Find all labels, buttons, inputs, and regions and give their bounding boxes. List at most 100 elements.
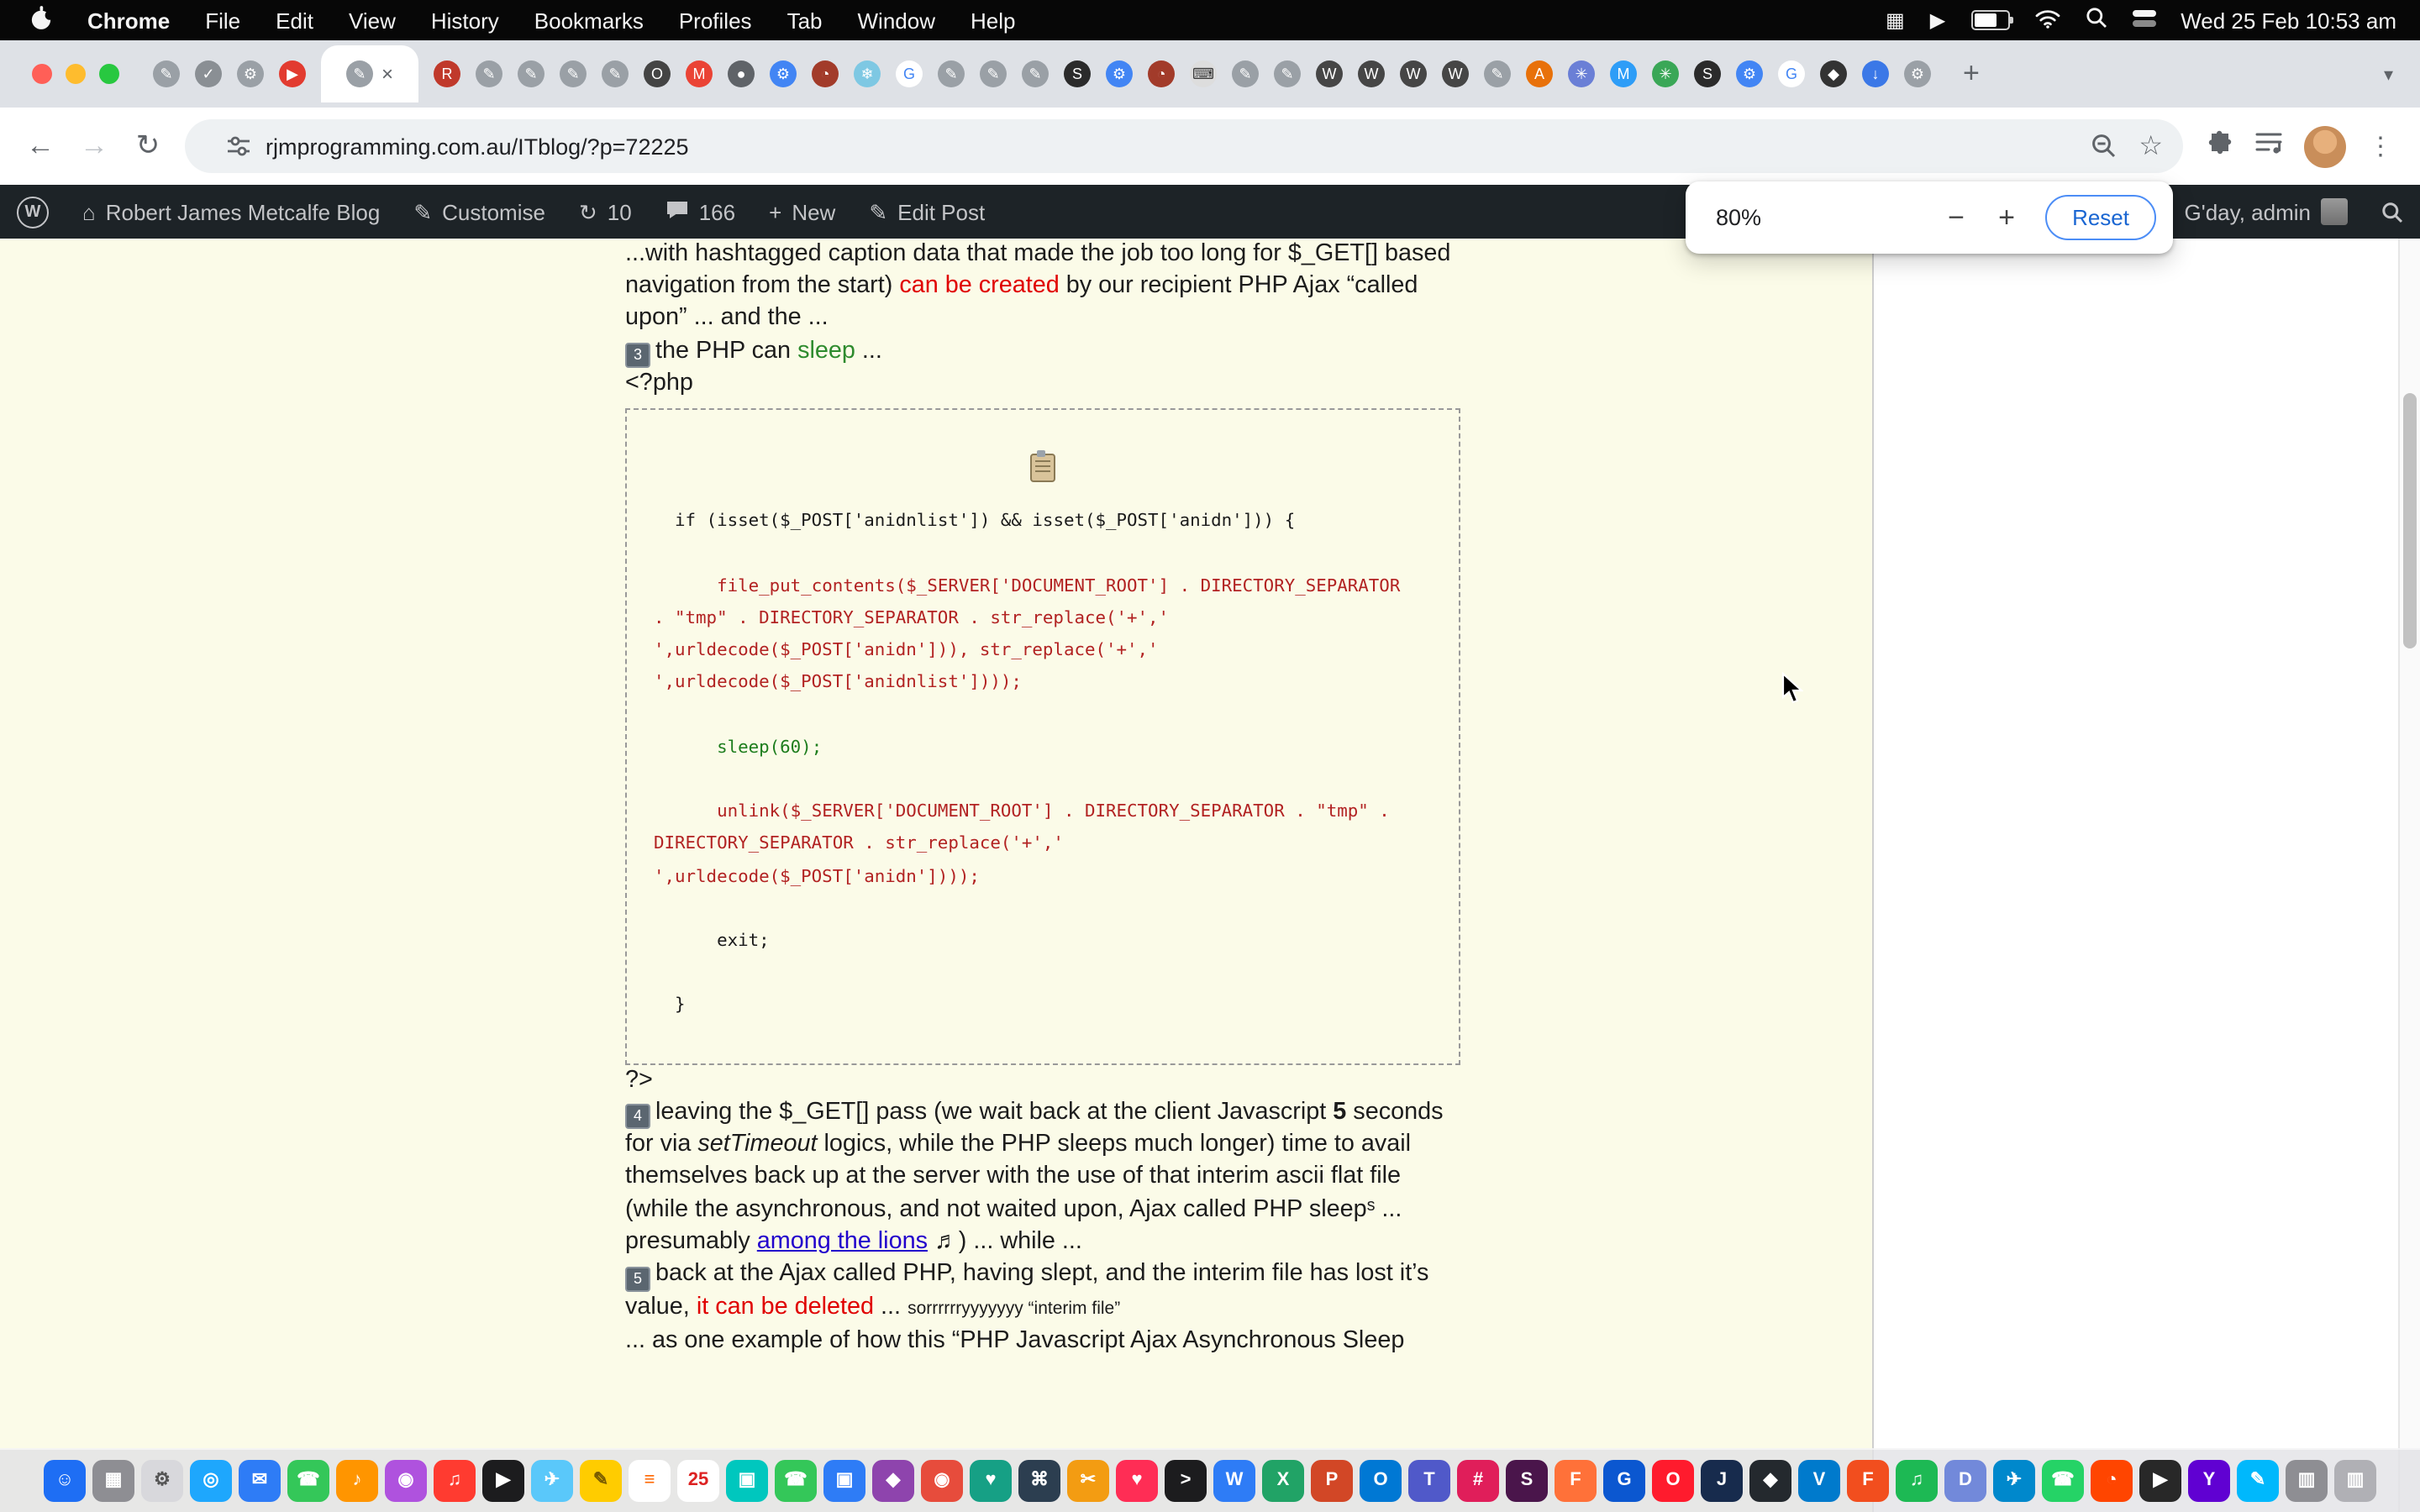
profile-avatar[interactable]: [2304, 125, 2346, 167]
admin-updates[interactable]: ↻10: [562, 185, 649, 239]
dock-app-icon[interactable]: ✎: [2237, 1460, 2279, 1502]
admin-greeting[interactable]: G'day, admin: [2168, 185, 2365, 239]
admin-site-name[interactable]: ⌂Robert James Metcalfe Blog: [66, 185, 397, 239]
tab-search-chevron-icon[interactable]: ▾: [2374, 63, 2420, 85]
browser-tab[interactable]: ⌨: [1190, 60, 1217, 87]
menu-item[interactable]: Edit: [276, 8, 313, 33]
active-tab[interactable]: ✎ ×: [321, 45, 418, 102]
site-info-icon[interactable]: [227, 134, 250, 158]
browser-menu-kebab-icon[interactable]: ⋮: [2368, 131, 2393, 161]
browser-tab[interactable]: ⚙: [770, 60, 797, 87]
dock-app-icon[interactable]: S: [1506, 1460, 1548, 1502]
browser-tab[interactable]: ✎: [1274, 60, 1301, 87]
spotlight-search-icon[interactable]: [2085, 7, 2107, 34]
dock-app-icon[interactable]: V: [1798, 1460, 1840, 1502]
tab-close-icon[interactable]: ×: [381, 62, 393, 86]
menu-item[interactable]: View: [349, 8, 396, 33]
browser-tab[interactable]: ✓: [195, 60, 222, 87]
menu-item[interactable]: Help: [971, 8, 1016, 33]
browser-tab[interactable]: ✎: [1022, 60, 1049, 87]
address-bar[interactable]: rjmprogramming.com.au/ITblog/?p=72225 ☆: [185, 119, 2183, 173]
dock-app-icon[interactable]: ◎: [190, 1460, 232, 1502]
page-scrollbar[interactable]: [2398, 239, 2420, 1512]
dock-app-icon[interactable]: 25: [677, 1460, 719, 1502]
dock-app-icon[interactable]: ≡: [629, 1460, 671, 1502]
zoom-out-button[interactable]: −: [1931, 201, 1981, 234]
admin-edit-post[interactable]: ✎Edit Post: [852, 185, 1002, 239]
media-controls-icon[interactable]: [2255, 130, 2282, 162]
dock-app-icon[interactable]: ☎: [287, 1460, 329, 1502]
menu-item[interactable]: Bookmarks: [534, 8, 644, 33]
browser-tab[interactable]: ✎: [476, 60, 502, 87]
admin-new-button[interactable]: +New: [752, 185, 852, 239]
inline-link[interactable]: among the lions: [757, 1228, 928, 1255]
zoom-reset-button[interactable]: Reset: [2045, 195, 2156, 240]
reload-button[interactable]: ↻: [121, 129, 175, 163]
browser-tab[interactable]: M: [686, 60, 713, 87]
dock-app-icon[interactable]: ✂: [1067, 1460, 1109, 1502]
dock-app-icon[interactable]: ▶: [482, 1460, 524, 1502]
browser-tab[interactable]: ✎: [518, 60, 544, 87]
browser-tab[interactable]: ⚙: [1904, 60, 1931, 87]
menu-item[interactable]: History: [431, 8, 499, 33]
keyboard-grid-icon[interactable]: ▦: [1886, 10, 1905, 30]
dock-app-icon[interactable]: ▣: [823, 1460, 865, 1502]
menu-item[interactable]: File: [205, 8, 240, 33]
browser-tab[interactable]: ✎: [1484, 60, 1511, 87]
forward-button[interactable]: →: [67, 129, 121, 163]
browser-tab[interactable]: ❄: [854, 60, 881, 87]
admin-customise[interactable]: ✎Customise: [397, 185, 562, 239]
browser-tab[interactable]: ▶: [279, 60, 306, 87]
dock-app-icon[interactable]: ♪: [336, 1460, 378, 1502]
window-close-button[interactable]: [32, 64, 52, 84]
browser-tab[interactable]: ↓: [1862, 60, 1889, 87]
browser-tab[interactable]: S: [1064, 60, 1091, 87]
menu-item[interactable]: Profiles: [679, 8, 752, 33]
bookmark-star-icon[interactable]: ☆: [2139, 129, 2163, 163]
dock-app-icon[interactable]: ◔: [2091, 1460, 2133, 1502]
browser-tab[interactable]: ✎: [602, 60, 629, 87]
dock-app-icon[interactable]: #: [1457, 1460, 1499, 1502]
extensions-icon[interactable]: [2207, 129, 2233, 164]
browser-tab[interactable]: ◔: [812, 60, 839, 87]
control-center-icon[interactable]: [2132, 8, 2155, 33]
zoom-indicator-icon[interactable]: [2090, 133, 2117, 160]
dock-app-icon[interactable]: ▦: [92, 1460, 134, 1502]
dock-app-icon[interactable]: ✈: [531, 1460, 573, 1502]
browser-tab[interactable]: ◔: [1148, 60, 1175, 87]
browser-tab[interactable]: ✎: [938, 60, 965, 87]
dock-app-icon[interactable]: ☎: [2042, 1460, 2084, 1502]
battery-icon[interactable]: [1970, 10, 2009, 30]
dock-app-icon[interactable]: ▥: [2334, 1460, 2376, 1502]
browser-tab[interactable]: ✎: [153, 60, 180, 87]
browser-tab[interactable]: W: [1316, 60, 1343, 87]
dock-app-icon[interactable]: Y: [2188, 1460, 2230, 1502]
dock-app-icon[interactable]: T: [1408, 1460, 1450, 1502]
browser-tab[interactable]: ●: [728, 60, 755, 87]
dock-app-icon[interactable]: ♫: [1896, 1460, 1938, 1502]
browser-tab[interactable]: ✎: [1232, 60, 1259, 87]
browser-tab[interactable]: O: [644, 60, 671, 87]
browser-tab[interactable]: W: [1442, 60, 1469, 87]
dock-app-icon[interactable]: O: [1360, 1460, 1402, 1502]
window-zoom-button[interactable]: [99, 64, 119, 84]
dock-app-icon[interactable]: ♫: [434, 1460, 476, 1502]
dock-app-icon[interactable]: ◉: [385, 1460, 427, 1502]
browser-tab[interactable]: ⚙: [1106, 60, 1133, 87]
browser-tab[interactable]: ✳: [1652, 60, 1679, 87]
zoom-in-button[interactable]: +: [1981, 201, 2032, 234]
browser-tab[interactable]: S: [1694, 60, 1721, 87]
dock-app-icon[interactable]: ⚙: [141, 1460, 183, 1502]
menu-item[interactable]: Tab: [787, 8, 823, 33]
url-text[interactable]: rjmprogramming.com.au/ITblog/?p=72225: [266, 134, 2068, 159]
browser-tab[interactable]: ⚙: [1736, 60, 1763, 87]
dock-app-icon[interactable]: ✉: [239, 1460, 281, 1502]
dock-app-icon[interactable]: ◆: [1749, 1460, 1791, 1502]
dock-app-icon[interactable]: G: [1603, 1460, 1645, 1502]
wordpress-logo[interactable]: W: [0, 185, 66, 239]
dock-app-icon[interactable]: ♥: [970, 1460, 1012, 1502]
window-minimize-button[interactable]: [66, 64, 86, 84]
dock-app-icon[interactable]: ✈: [1993, 1460, 2035, 1502]
dock-app-icon[interactable]: F: [1847, 1460, 1889, 1502]
dock-app-icon[interactable]: F: [1555, 1460, 1597, 1502]
